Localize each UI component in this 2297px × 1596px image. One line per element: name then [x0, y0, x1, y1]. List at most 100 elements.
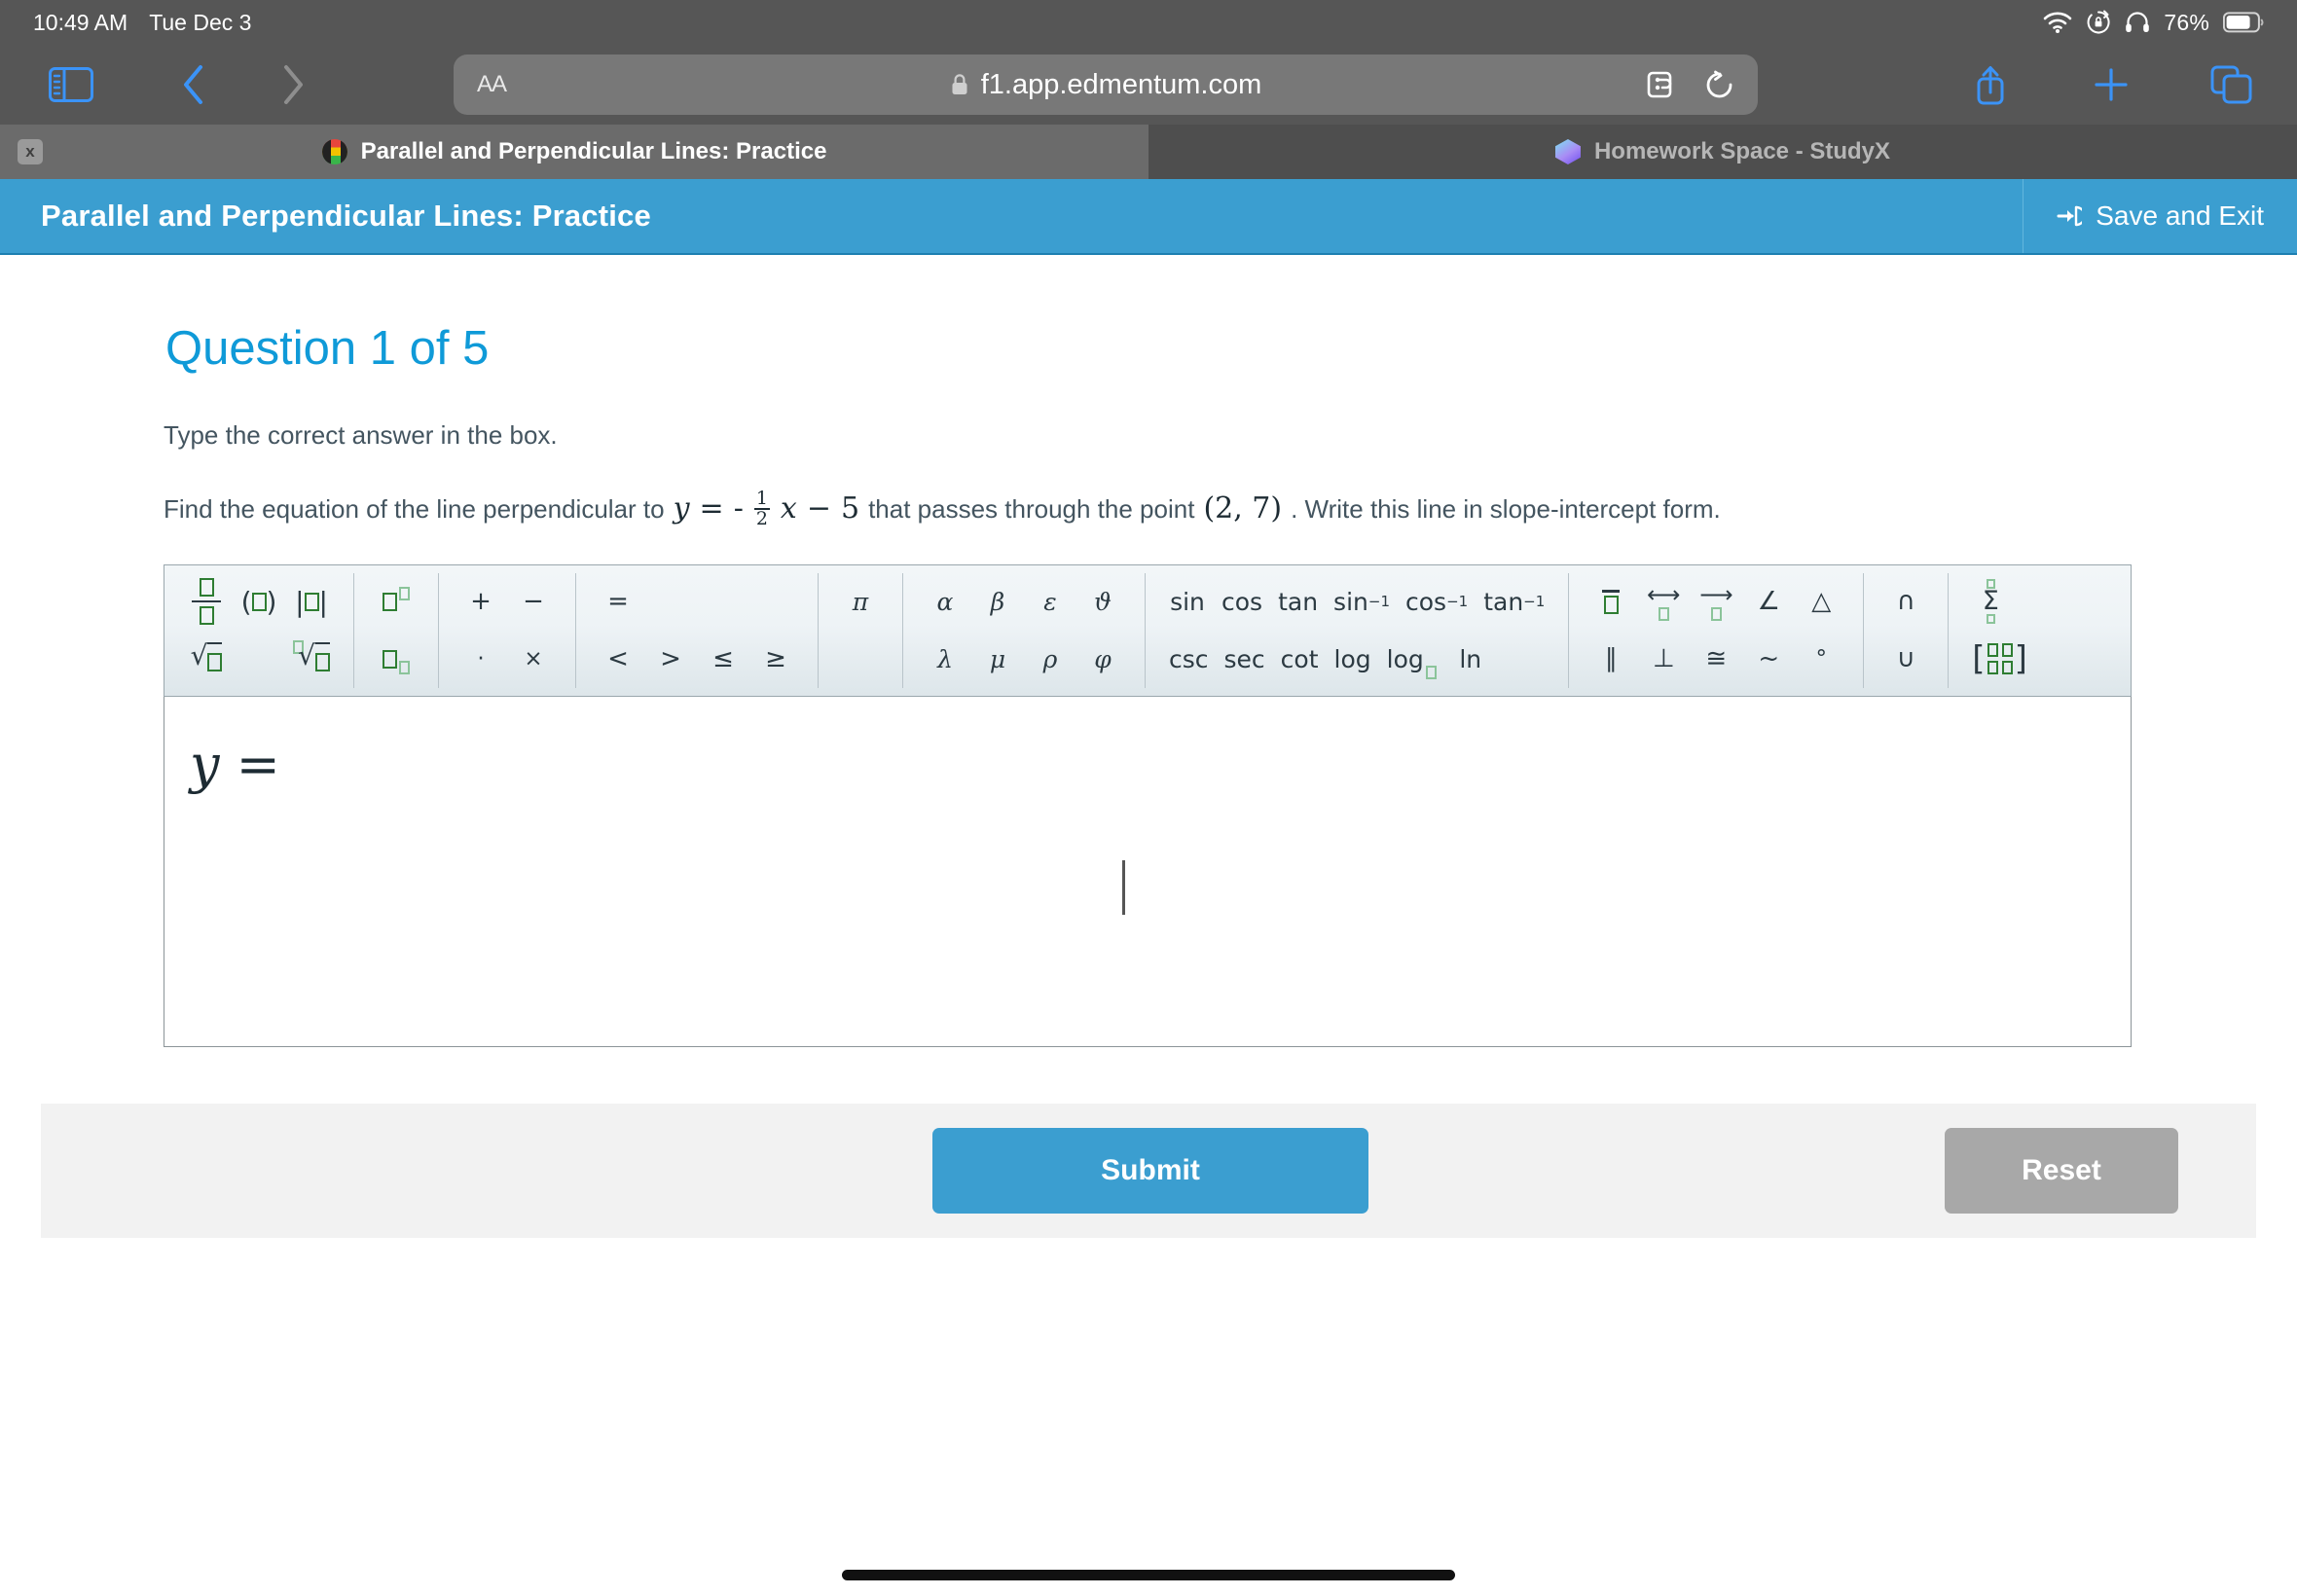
math-editor: () | | √ √ + − · × = < > ≤ ≥ π α β ε ϑ λ… [164, 563, 2132, 1047]
tan-key[interactable]: tan [1270, 575, 1326, 628]
lock-icon [950, 73, 969, 96]
epsilon-key[interactable]: ε [1024, 575, 1076, 628]
matrix-key[interactable]: [ ] [1964, 633, 2035, 685]
tab-close-icon[interactable]: x [18, 139, 43, 164]
tab-bar: x Parallel and Perpendicular Lines: Prac… [0, 125, 2297, 179]
save-and-exit-button[interactable]: Save and Exit [2023, 179, 2297, 253]
fraction-key[interactable] [180, 575, 233, 628]
sin-key[interactable]: sin [1161, 575, 1214, 628]
equation-sign: - [733, 491, 744, 526]
overline-key[interactable] [1585, 575, 1637, 628]
triangle-key[interactable]: △ [1795, 575, 1847, 628]
math-group-greek: α β ε ϑ λ μ ρ φ [903, 572, 1146, 688]
instruction-text: Type the correct answer in the box. [164, 420, 558, 450]
browser-chrome: 10:49 AM Tue Dec 3 76% AA f1.app.edmentu… [0, 0, 2297, 179]
arctan-key[interactable]: tan −1 [1476, 575, 1552, 628]
log-key[interactable]: log [1327, 633, 1379, 685]
congruent-key[interactable]: ≅ [1690, 633, 1742, 685]
union-key[interactable]: ∪ [1879, 633, 1932, 685]
subscript-key[interactable] [370, 633, 422, 685]
greater-than-key[interactable]: > [644, 633, 697, 685]
alpha-key[interactable]: α [919, 575, 971, 628]
ln-key[interactable]: ln [1444, 633, 1497, 685]
equation-constant: 5 [840, 491, 860, 526]
arccos-key[interactable]: cos −1 [1398, 575, 1476, 628]
equation-variable: x [780, 491, 797, 526]
plus-key[interactable]: + [455, 575, 507, 628]
submit-button[interactable]: Submit [932, 1127, 1368, 1214]
summation-key[interactable]: Σ [1964, 575, 2017, 628]
minus-key[interactable]: − [507, 575, 560, 628]
status-bar: 10:49 AM Tue Dec 3 76% [0, 0, 2297, 45]
math-group-relations: = < > ≤ ≥ [576, 572, 819, 688]
phi-key[interactable]: φ [1076, 633, 1129, 685]
sign-out-icon [2057, 203, 2083, 229]
tab-homework-space-studyx[interactable]: Homework Space - StudyX [1148, 125, 2297, 179]
lambda-key[interactable]: λ [919, 633, 971, 685]
reload-icon[interactable] [1705, 69, 1734, 100]
plato-icon [321, 139, 347, 164]
square-root-key[interactable]: √ [180, 633, 233, 685]
answer-value: y = [190, 733, 280, 795]
less-than-key[interactable]: < [592, 633, 644, 685]
intersection-key[interactable]: ∩ [1879, 575, 1932, 628]
back-icon[interactable] [152, 55, 236, 114]
math-group-structures: () | | √ √ [164, 572, 354, 688]
share-icon[interactable] [1949, 55, 2032, 114]
tab-parallel-perpendicular-practice[interactable]: x Parallel and Perpendicular Lines: Prac… [0, 125, 1148, 179]
times-key[interactable]: × [507, 633, 560, 685]
tab-title: Homework Space - StudyX [1593, 138, 1891, 164]
tab-title: Parallel and Perpendicular Lines: Practi… [360, 138, 827, 164]
address-bar[interactable]: AA f1.app.edmentum.com [454, 54, 1758, 115]
problem-suffix: . Write this line in slope-intercept for… [1291, 493, 1721, 524]
parallel-key[interactable]: ∥ [1585, 633, 1637, 685]
equals-key[interactable]: = [592, 575, 644, 628]
less-equal-key[interactable]: ≤ [697, 633, 749, 685]
math-group-advanced: Σ [ ] [1949, 573, 2051, 688]
cos-key[interactable]: cos [1214, 575, 1270, 628]
ray-key[interactable]: ⟶ [1690, 575, 1742, 628]
page-title: Parallel and Perpendicular Lines: Practi… [41, 199, 651, 233]
csc-key[interactable]: csc [1161, 633, 1217, 685]
sidebar-icon[interactable] [29, 55, 113, 114]
rotation-lock-icon [2086, 10, 2111, 35]
dot-multiply-key[interactable]: · [455, 633, 507, 685]
math-toolbar: () | | √ √ + − · × = < > ≤ ≥ π α β ε ϑ λ… [164, 563, 2132, 697]
new-tab-icon[interactable] [2069, 55, 2153, 114]
absolute-value-key[interactable]: | | [285, 575, 338, 628]
browser-toolbar: AA f1.app.edmentum.com [0, 45, 2297, 125]
text-caret [1122, 859, 1125, 915]
fraction-numerator: 1 [753, 488, 770, 511]
wifi-icon [2043, 12, 2072, 33]
equation-fraction: 1 2 [753, 488, 770, 529]
superscript-key[interactable] [370, 575, 422, 628]
pi-key[interactable]: π [834, 575, 887, 628]
greater-equal-key[interactable]: ≥ [749, 633, 802, 685]
log-base-key[interactable]: log [1379, 633, 1444, 685]
battery-percent: 76% [2164, 9, 2209, 35]
math-group-operators: + − · × [439, 572, 576, 688]
app-header: Parallel and Perpendicular Lines: Practi… [0, 179, 2297, 255]
beta-key[interactable]: β [971, 575, 1024, 628]
parentheses-key[interactable]: () [233, 575, 285, 628]
perpendicular-key[interactable]: ⊥ [1637, 633, 1690, 685]
line-key[interactable]: ⟷ [1637, 575, 1690, 628]
arcsin-key[interactable]: sin −1 [1326, 575, 1398, 628]
theta-key[interactable]: ϑ [1076, 575, 1129, 628]
url-text: f1.app.edmentum.com [980, 68, 1262, 100]
math-group-constants: π [819, 572, 903, 688]
cot-key[interactable]: cot [1273, 633, 1327, 685]
degree-key[interactable]: ° [1795, 633, 1847, 685]
text-size-icon[interactable]: AA [477, 71, 507, 98]
rho-key[interactable]: ρ [1024, 633, 1076, 685]
angle-key[interactable]: ∠ [1742, 575, 1795, 628]
sec-key[interactable]: sec [1217, 633, 1273, 685]
similar-key[interactable]: ~ [1742, 633, 1795, 685]
mu-key[interactable]: μ [971, 633, 1024, 685]
problem-middle: that passes through the point [868, 493, 1195, 524]
extensions-icon[interactable] [1647, 70, 1680, 99]
reset-button[interactable]: Reset [1945, 1127, 2178, 1214]
tabs-overview-icon[interactable] [2190, 55, 2274, 114]
answer-input[interactable]: y = [164, 696, 2132, 1047]
nth-root-key[interactable]: √ [285, 633, 338, 685]
